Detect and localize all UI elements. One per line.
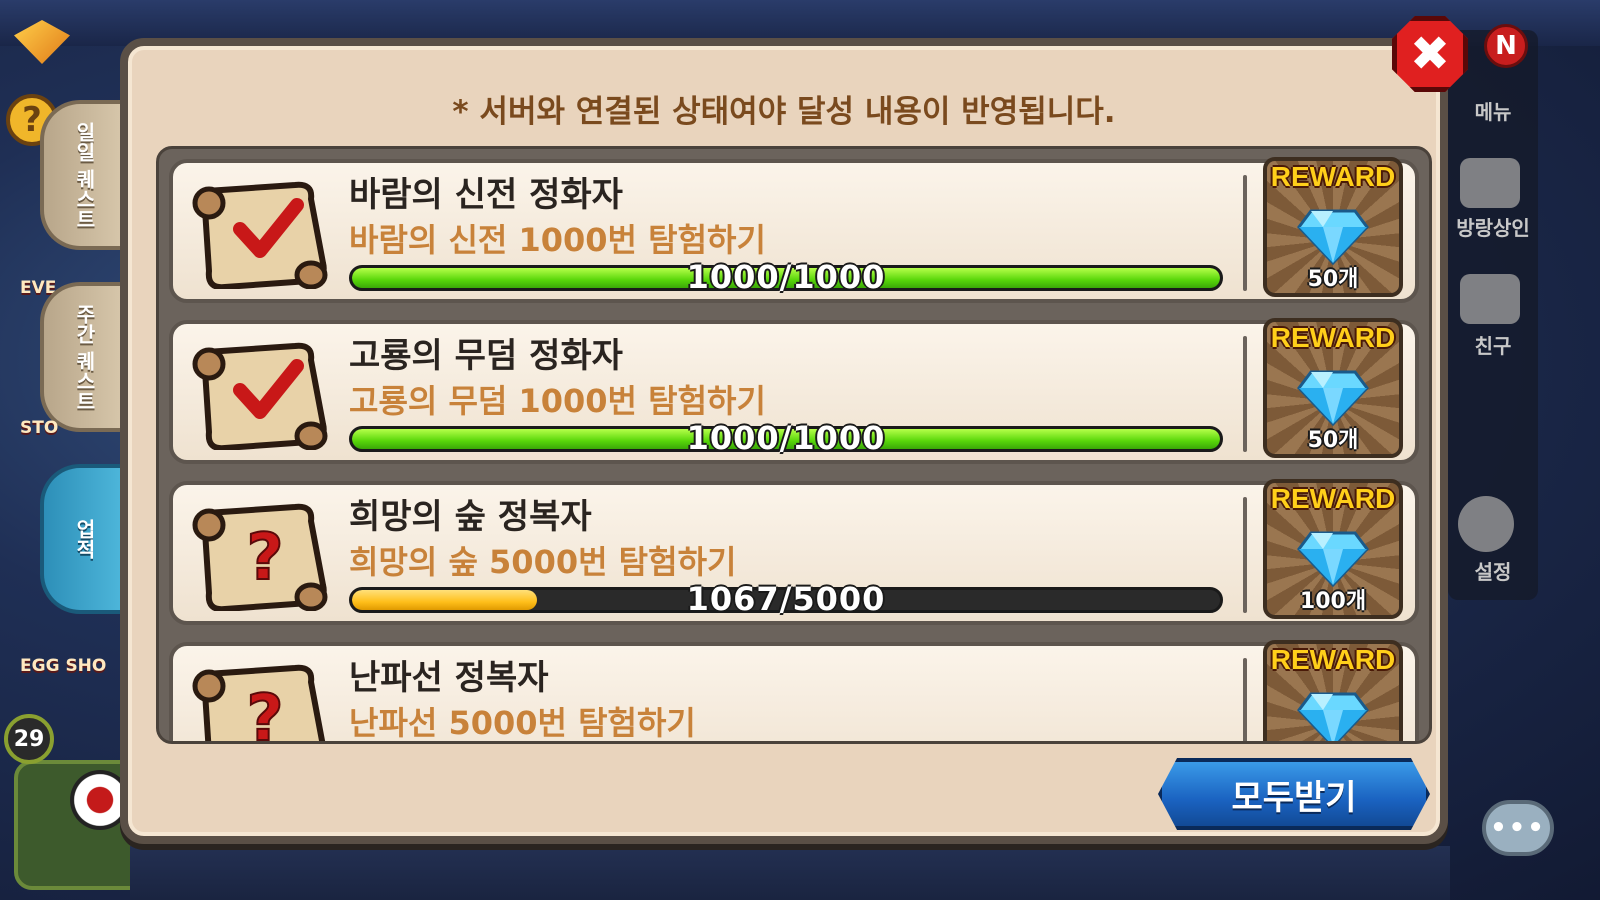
achievement-title: 희망의 숲 정복자 — [349, 497, 592, 537]
reward-count: 100개 — [1299, 589, 1367, 614]
claim-all-button[interactable]: 모두받기 — [1158, 758, 1430, 830]
card-divider — [1243, 336, 1247, 452]
diamond-icon — [1297, 370, 1369, 426]
card-divider — [1243, 497, 1247, 613]
store-label: STO — [20, 418, 59, 438]
progress-text: 1000/1000 — [686, 258, 886, 296]
merchant-icon[interactable] — [1460, 158, 1520, 208]
reward-box[interactable]: REWARD 100개 — [1263, 479, 1403, 619]
reward-box[interactable]: REWARD 50개 — [1263, 157, 1403, 297]
settings-button-label[interactable]: 설정 — [1448, 556, 1538, 585]
reward-label: REWARD — [1270, 161, 1396, 192]
friends-button-label[interactable]: 친구 — [1448, 330, 1538, 359]
tab-achievements[interactable]: 업적 — [40, 464, 126, 614]
progress-text: 1000/1000 — [686, 419, 886, 457]
svg-text:?: ? — [246, 521, 283, 595]
achievement-card[interactable]: 고룡의 무덤 정화자 고룡의 무덤 1000번 탐험하기 1000/1000 R… — [169, 318, 1419, 464]
achievement-description: 난파선 5000번 탐험하기 — [349, 704, 696, 742]
reward-label: REWARD — [1270, 483, 1396, 514]
achievement-title: 고룡의 무덤 정화자 — [349, 336, 623, 376]
achievement-description: 희망의 숲 5000번 탐험하기 — [349, 543, 737, 581]
achievements-panel: * 서버와 연결된 상태여야 달성 내용이 반영됩니다. 바람의 신전 정화자 … — [120, 38, 1448, 844]
new-badge: N — [1484, 24, 1528, 68]
achievement-card[interactable]: ? 난파선 정복자 난파선 5000번 탐험하기 REWARD — [169, 640, 1419, 744]
close-icon[interactable]: ✖ — [1392, 16, 1468, 92]
player-level-badge: 29 — [4, 714, 54, 764]
achievement-card[interactable]: 바람의 신전 정화자 바람의 신전 1000번 탐험하기 1000/1000 R… — [169, 157, 1419, 303]
gear-icon[interactable] — [1458, 496, 1514, 552]
checkmark-scroll-icon — [192, 342, 328, 450]
question-scroll-icon: ? — [192, 664, 326, 744]
tab-weekly-quest[interactable]: 주간 퀘스트 — [40, 282, 126, 432]
card-divider — [1243, 658, 1247, 741]
achievement-list[interactable]: 바람의 신전 정화자 바람의 신전 1000번 탐험하기 1000/1000 R… — [156, 146, 1432, 744]
achievement-card[interactable]: ? 희망의 숲 정복자 희망의 숲 5000번 탐험하기 1067/5000 R… — [169, 479, 1419, 625]
achievement-description: 고룡의 무덤 1000번 탐험하기 — [349, 382, 766, 420]
progress-text: 1067/5000 — [686, 580, 886, 618]
achievement-title: 난파선 정복자 — [349, 658, 549, 698]
egg-shop-label: EGG SHO — [20, 656, 107, 676]
tab-daily-quest[interactable]: 일일 퀘스트 — [40, 100, 126, 250]
reward-count: 50개 — [1307, 267, 1359, 292]
svg-text:?: ? — [246, 682, 283, 744]
reward-box[interactable]: REWARD — [1263, 640, 1403, 741]
achievement-title: 바람의 신전 정화자 — [349, 175, 623, 215]
merchant-button-label[interactable]: 방랑상인 — [1448, 212, 1538, 241]
reward-label: REWARD — [1270, 322, 1396, 353]
diamond-icon — [1297, 209, 1369, 265]
diamond-icon — [1297, 692, 1369, 741]
reward-label: REWARD — [1270, 644, 1396, 675]
menu-button[interactable]: 메뉴 — [1448, 96, 1538, 125]
diamond-icon — [1297, 531, 1369, 587]
reward-count: 50개 — [1307, 428, 1359, 453]
background-bottom-bar — [130, 846, 1450, 900]
card-divider — [1243, 175, 1247, 291]
question-scroll-icon: ? — [192, 503, 328, 611]
achievement-description: 바람의 신전 1000번 탐험하기 — [349, 221, 766, 259]
friends-icon[interactable] — [1460, 274, 1520, 324]
checkmark-scroll-icon — [192, 181, 328, 289]
chat-icon[interactable]: ••• — [1482, 800, 1554, 856]
reward-box[interactable]: REWARD 50개 — [1263, 318, 1403, 458]
server-notice: * 서버와 연결된 상태여야 달성 내용이 반영됩니다. — [452, 94, 1116, 130]
